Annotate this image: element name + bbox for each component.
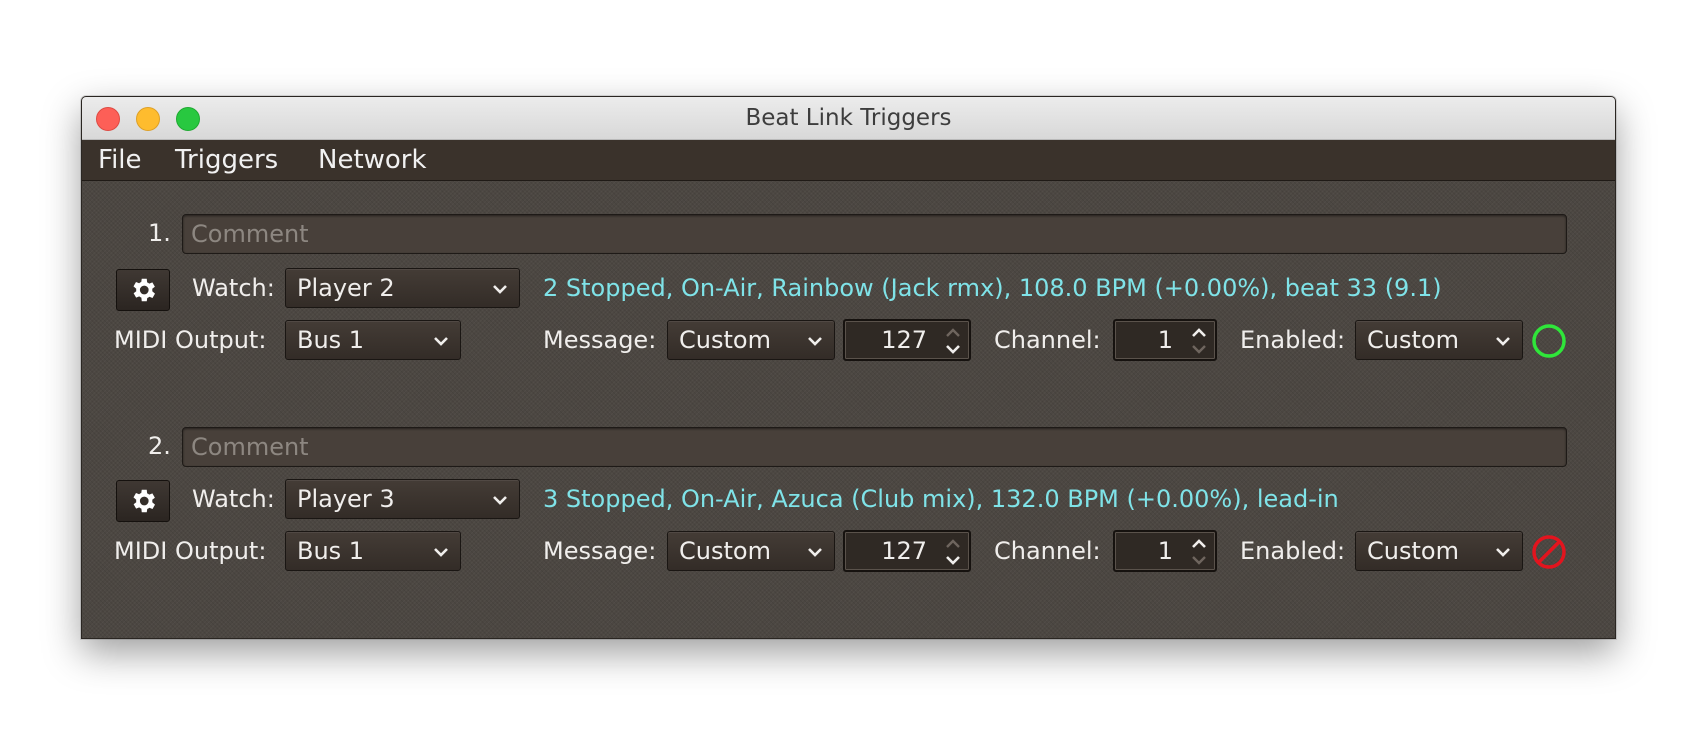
channel-spinner[interactable]: 1: [1113, 319, 1217, 361]
watch-label: Watch:: [192, 485, 275, 513]
midi-output-dropdown[interactable]: Bus 1: [285, 320, 461, 360]
chevron-down-icon: [1496, 548, 1510, 557]
midi-output-label: MIDI Output:: [114, 326, 267, 354]
midi-output-dropdown[interactable]: Bus 1: [285, 531, 461, 571]
enabled-value: Custom: [1367, 537, 1459, 565]
enabled-value: Custom: [1367, 326, 1459, 354]
enabled-label: Enabled:: [1240, 537, 1346, 565]
midi-output-label: MIDI Output:: [114, 537, 267, 565]
enabled-indicator-icon: [1532, 324, 1566, 358]
gear-icon: [133, 489, 155, 513]
midi-output-value: Bus 1: [297, 326, 365, 354]
note-spinner[interactable]: 127: [843, 530, 971, 572]
enabled-dropdown[interactable]: Custom: [1355, 320, 1523, 360]
note-value: 127: [881, 537, 927, 565]
spinner-arrows-icon: [1192, 539, 1206, 565]
message-dropdown[interactable]: Custom: [667, 531, 835, 571]
menu-file[interactable]: File: [98, 145, 142, 175]
player-status: 2 Stopped, On-Air, Rainbow (Jack rmx), 1…: [543, 274, 1442, 302]
message-value: Custom: [679, 537, 771, 565]
chevron-down-icon: [493, 285, 507, 294]
gear-icon: [133, 278, 155, 302]
player-status: 3 Stopped, On-Air, Azuca (Club mix), 132…: [543, 485, 1339, 513]
spinner-arrows-icon: [946, 328, 960, 354]
chevron-down-icon: [434, 337, 448, 346]
channel-label: Channel:: [994, 326, 1101, 354]
message-dropdown[interactable]: Custom: [667, 320, 835, 360]
spinner-arrows-icon: [946, 539, 960, 565]
trigger-settings-button[interactable]: [116, 269, 170, 311]
watch-dropdown[interactable]: Player 3: [285, 479, 520, 519]
trigger-index: 1.: [148, 219, 171, 247]
trigger-index: 2.: [148, 432, 171, 460]
watch-label: Watch:: [192, 274, 275, 302]
watch-value: Player 3: [297, 485, 395, 513]
note-spinner[interactable]: 127: [843, 319, 971, 361]
channel-label: Channel:: [994, 537, 1101, 565]
comment-field[interactable]: [182, 427, 1567, 467]
chevron-down-icon: [434, 548, 448, 557]
window-title: Beat Link Triggers: [745, 105, 952, 131]
channel-value: 1: [1157, 326, 1173, 354]
enabled-label: Enabled:: [1240, 326, 1346, 354]
app-window: Beat Link Triggers File Triggers Network…: [81, 96, 1616, 639]
watch-dropdown[interactable]: Player 2: [285, 268, 520, 308]
disabled-indicator-icon: [1532, 535, 1566, 569]
chevron-down-icon: [808, 337, 822, 346]
title-bar: Beat Link Triggers: [82, 97, 1615, 140]
menu-network[interactable]: Network: [318, 145, 427, 175]
trigger-list: 1. Watch: Player 2 2 Stopped, On-Air, Ra…: [82, 181, 1615, 638]
message-value: Custom: [679, 326, 771, 354]
chevron-down-icon: [808, 548, 822, 557]
comment-field[interactable]: [182, 214, 1567, 254]
watch-value: Player 2: [297, 274, 395, 302]
message-label: Message:: [543, 326, 657, 354]
menu-triggers[interactable]: Triggers: [175, 145, 278, 175]
note-value: 127: [881, 326, 927, 354]
chevron-down-icon: [493, 496, 507, 505]
midi-output-value: Bus 1: [297, 537, 365, 565]
enabled-dropdown[interactable]: Custom: [1355, 531, 1523, 571]
chevron-down-icon: [1496, 337, 1510, 346]
menu-bar: File Triggers Network: [82, 140, 1615, 181]
message-label: Message:: [543, 537, 657, 565]
channel-spinner[interactable]: 1: [1113, 530, 1217, 572]
spinner-arrows-icon: [1192, 328, 1206, 354]
channel-value: 1: [1157, 537, 1173, 565]
trigger-settings-button[interactable]: [116, 480, 170, 522]
